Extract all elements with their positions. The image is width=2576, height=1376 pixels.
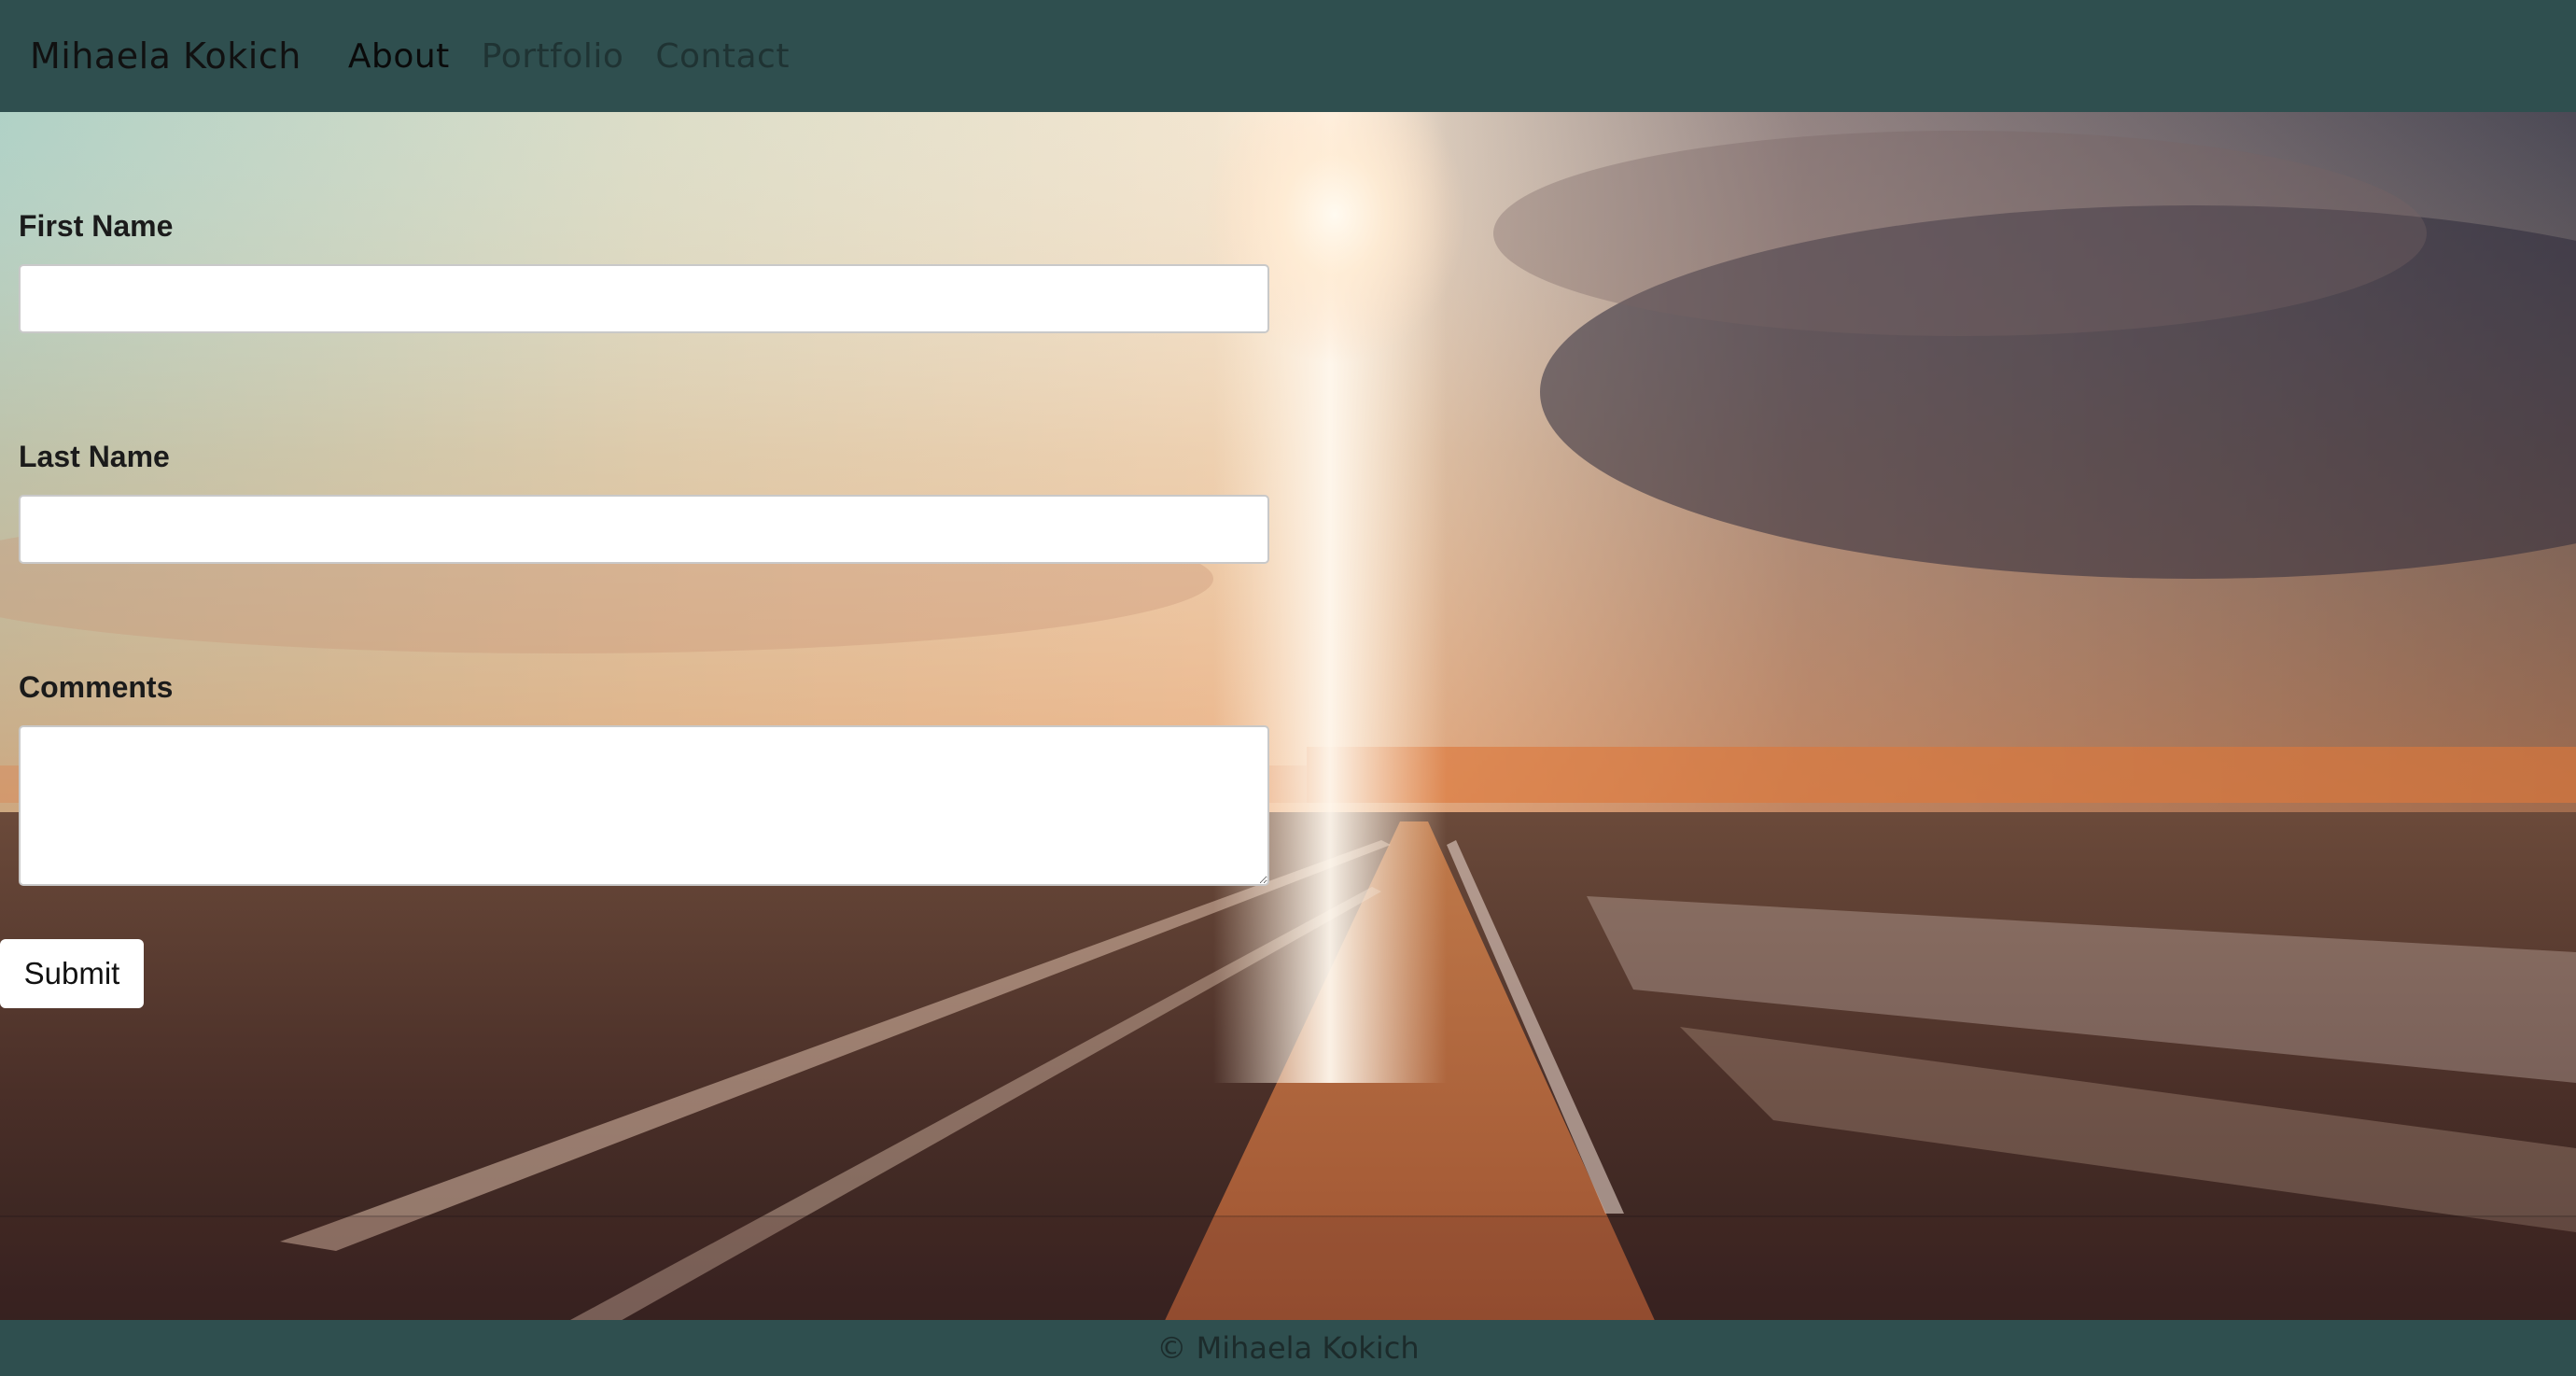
submit-button[interactable]: Submit xyxy=(0,939,144,1008)
footer: © Mihaela Kokich xyxy=(0,1320,2576,1376)
section-divider xyxy=(0,1215,2576,1217)
nav-link-contact[interactable]: Contact xyxy=(655,37,790,76)
brand-link[interactable]: Mihaela Kokich xyxy=(30,35,301,77)
contact-form: First Name Last Name Comments xyxy=(19,112,1269,886)
navbar: Mihaela Kokich About Portfolio Contact xyxy=(0,0,2576,112)
last-name-input[interactable] xyxy=(19,495,1269,564)
nav-link-portfolio[interactable]: Portfolio xyxy=(482,37,624,76)
comments-textarea[interactable] xyxy=(19,725,1269,886)
footer-copyright: © Mihaela Kokich xyxy=(1156,1330,1420,1366)
nav-link-about[interactable]: About xyxy=(348,37,450,76)
first-name-input[interactable] xyxy=(19,264,1269,333)
comments-label: Comments xyxy=(19,670,174,704)
last-name-label: Last Name xyxy=(19,440,170,473)
nav-links: About Portfolio Contact xyxy=(348,37,790,76)
page: Mihaela Kokich About Portfolio Contact F… xyxy=(0,0,2576,1376)
first-name-label: First Name xyxy=(19,209,174,243)
